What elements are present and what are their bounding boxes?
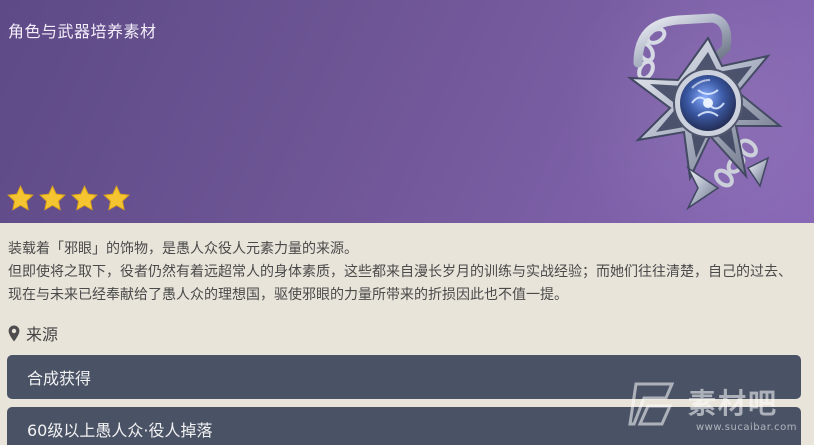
source-option-crafting[interactable]: 合成获得 [7, 355, 801, 399]
item-description: 装载着「邪眼」的饰物，是愚人众役人元素力量的来源。 但即使将之取下，役者仍然有着… [8, 238, 804, 307]
source-option-label: 60级以上愚人众·役人掉落 [27, 421, 213, 440]
rarity-stars [6, 184, 131, 213]
star-icon [71, 185, 98, 211]
source-option-enemy-drop[interactable]: 60级以上愚人众·役人掉落 [7, 407, 801, 445]
source-heading: 来源 [8, 322, 58, 344]
description-line-1: 装载着「邪眼」的饰物，是愚人众役人元素力量的来源。 [8, 241, 358, 257]
star-icon [39, 185, 66, 211]
description-line-2: 但即使将之取下，役者仍然有着远超常人的身体素质，这些都来自漫长岁月的训练与实战经… [8, 264, 792, 303]
item-header: 角色与武器培养素材 [0, 0, 814, 223]
evil-eye-insignia-icon [626, 13, 783, 211]
source-option-label: 合成获得 [27, 369, 92, 388]
location-pin-icon [8, 325, 20, 341]
star-icon [103, 185, 130, 211]
item-category-title: 角色与武器培养素材 [8, 22, 157, 41]
star-icon [7, 185, 34, 211]
source-heading-label: 来源 [26, 325, 59, 344]
